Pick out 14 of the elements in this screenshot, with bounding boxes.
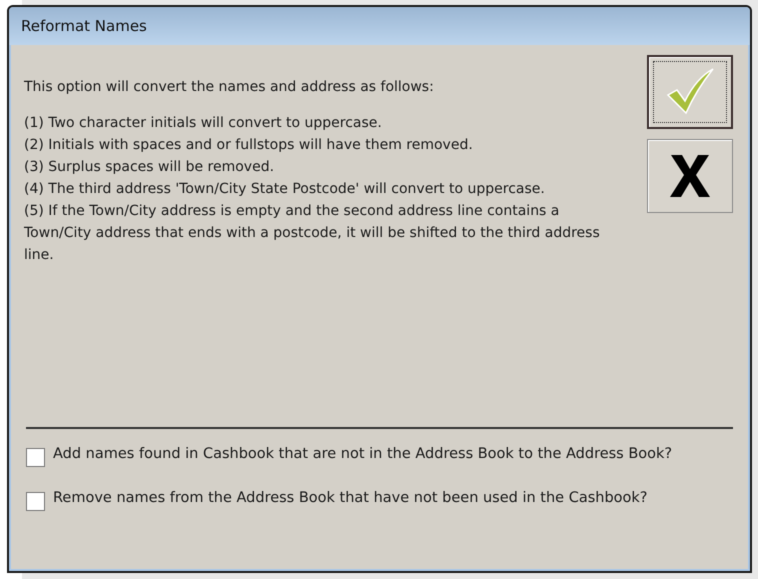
checkmark-icon bbox=[665, 67, 715, 117]
checkbox[interactable] bbox=[26, 492, 45, 511]
checkbox-label[interactable]: Remove names from the Address Book that have not been used in the Cashbook? bbox=[53, 487, 703, 510]
window-title: Reformat Names bbox=[21, 17, 147, 35]
ok-button[interactable] bbox=[647, 55, 733, 129]
rule-text: (1) Two character initials will convert to uppercase. bbox=[24, 114, 383, 133]
rule-text: (5) If the Town/City address is empty and the second address line contains a Town/City address that ends with a postcode, it will be shifted to the third address line. bbox=[24, 202, 601, 265]
checkbox-label[interactable]: Add names found in Cashbook that are not in the Address Book to the Address Book? bbox=[53, 443, 703, 466]
cancel-button[interactable] bbox=[647, 139, 733, 213]
rule-text: (4) The third address 'Town/City State Postcode' will convert to uppercase. bbox=[24, 180, 546, 199]
intro-text: This option will convert the names and address as follows: bbox=[24, 78, 435, 97]
rule-text: (2) Initials with spaces and or fullstops will have them removed. bbox=[24, 136, 474, 155]
rule-text: (3) Surplus spaces will be removed. bbox=[24, 158, 276, 177]
checkbox[interactable] bbox=[26, 448, 45, 467]
